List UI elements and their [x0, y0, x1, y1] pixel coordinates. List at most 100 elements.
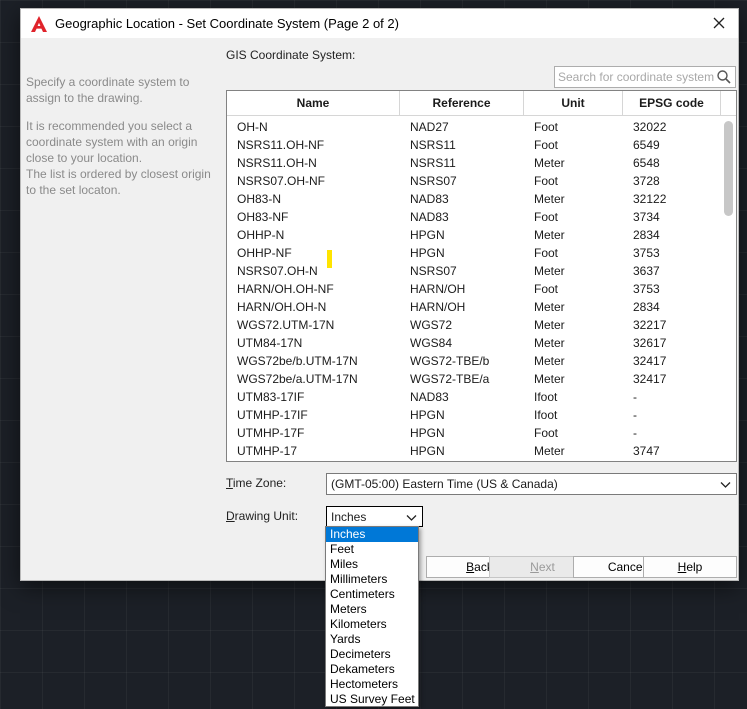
cell-name: NSRS07.OH-N [237, 264, 318, 278]
table-row[interactable]: NSRS11.OH-N NSRS11 Meter 6548 [227, 154, 721, 172]
column-header-epsg-code[interactable]: EPSG code [623, 91, 721, 115]
unit-option[interactable]: Decimeters [326, 647, 418, 662]
unit-option[interactable]: US Survey Feet [326, 692, 418, 707]
table-row[interactable]: UTM83-17IF NAD83 Ifoot - [227, 388, 721, 406]
close-button[interactable] [706, 11, 732, 35]
cell-reference: HARN/OH [410, 282, 466, 296]
cell-reference: NAD27 [410, 120, 449, 134]
table-row[interactable]: OH83-NF NAD83 Foot 3734 [227, 208, 721, 226]
cell-name: UTMHP-17IF [237, 408, 308, 422]
cell-unit: Ifoot [534, 408, 558, 422]
cell-unit: Meter [534, 228, 565, 242]
cell-reference: NAD83 [410, 390, 449, 404]
table-row[interactable]: OHHP-NF HPGN Foot 3753 [227, 244, 721, 262]
instruction-text: Specify a coordinate system to assign to… [26, 75, 190, 105]
time-zone-label-text: ime Zone: [232, 476, 287, 490]
time-zone-label: Time Zone: [226, 476, 286, 490]
cell-unit: Meter [534, 156, 565, 170]
table-row[interactable]: UTM84-17N WGS84 Meter 32617 [227, 334, 721, 352]
cell-unit: Meter [534, 372, 565, 386]
drawing-unit-label-accesskey: D [226, 509, 235, 523]
drawing-unit-value: Inches [331, 509, 367, 524]
table-row[interactable]: UTMHP-17F HPGN Foot - [227, 424, 721, 442]
cell-epsg-code: 32417 [633, 354, 667, 368]
unit-option[interactable]: Dekameters [326, 662, 418, 677]
cell-unit: Meter [534, 300, 565, 314]
cell-name: UTMHP-17F [237, 426, 305, 440]
time-zone-value: (GMT-05:00) Eastern Time (US & Canada) [331, 477, 558, 491]
cell-reference: NSRS07 [410, 264, 457, 278]
table-row[interactable]: WGS72.UTM-17N WGS72 Meter 32217 [227, 316, 721, 334]
cell-name: WGS72be/a.UTM-17N [237, 372, 358, 386]
drawing-unit-label: Drawing Unit: [226, 509, 298, 523]
cell-name: NSRS07.OH-NF [237, 174, 326, 188]
cell-unit: Foot [534, 246, 559, 260]
table-row[interactable]: OH-N NAD27 Foot 32022 [227, 118, 721, 136]
cell-reference: WGS72-TBE/a [410, 372, 490, 386]
cell-epsg-code: 3728 [633, 174, 660, 188]
drawing-unit-select[interactable]: Inches [326, 506, 423, 527]
close-icon [713, 17, 725, 29]
unit-option[interactable]: Meters [326, 602, 418, 617]
table-body: OH-N NAD27 Foot 32022 NSRS11.OH-NF NSRS11 Foot… [227, 118, 721, 460]
scrollbar-thumb[interactable] [724, 121, 733, 216]
help-button[interactable]: Help [643, 556, 737, 578]
cell-unit: Foot [534, 282, 559, 296]
cell-unit: Foot [534, 426, 559, 440]
cell-reference: NAD83 [410, 192, 449, 206]
unit-option[interactable]: Kilometers [326, 617, 418, 632]
column-header-unit[interactable]: Unit [524, 91, 623, 115]
cell-unit: Foot [534, 138, 559, 152]
table-row[interactable]: NSRS11.OH-NF NSRS11 Foot 6549 [227, 136, 721, 154]
coordinate-system-table: Name Reference Unit EPSG code OH-N NAD27 F… [226, 90, 737, 462]
search-input[interactable] [555, 70, 715, 84]
table-row[interactable]: UTMHP-17 HPGN Meter 3747 [227, 442, 721, 460]
cell-name: WGS72.UTM-17N [237, 318, 335, 332]
unit-option[interactable]: Millimeters [326, 572, 418, 587]
chevron-down-icon [720, 482, 731, 488]
table-row[interactable]: OH83-N NAD83 Meter 32122 [227, 190, 721, 208]
table-header: Name Reference Unit EPSG code [227, 91, 736, 116]
unit-option[interactable]: Miles [326, 557, 418, 572]
cell-name: UTM83-17IF [237, 390, 305, 404]
cell-epsg-code: - [633, 426, 637, 440]
column-header-name[interactable]: Name [227, 91, 400, 115]
table-row[interactable]: UTMHP-17IF HPGN Ifoot - [227, 406, 721, 424]
cell-unit: Ifoot [534, 390, 558, 404]
cell-unit: Foot [534, 210, 559, 224]
cell-epsg-code: 6549 [633, 138, 660, 152]
table-row[interactable]: NSRS07.OH-N NSRS07 Meter 3637 [227, 262, 721, 280]
unit-option[interactable]: Centimeters [326, 587, 418, 602]
unit-option[interactable]: Yards [326, 632, 418, 647]
cell-unit: Foot [534, 120, 559, 134]
cell-epsg-code: 32417 [633, 372, 667, 386]
ordering-note: The list is ordered by closest origin to… [26, 167, 211, 197]
unit-option[interactable]: Feet [326, 542, 418, 557]
cell-reference: HPGN [410, 444, 445, 458]
cell-name: UTMHP-17 [237, 444, 298, 458]
cell-unit: Foot [534, 174, 559, 188]
cell-epsg-code: 3753 [633, 246, 660, 260]
next-label: ext [538, 560, 555, 574]
cell-epsg-code: 32022 [633, 120, 667, 134]
vertical-scrollbar[interactable] [721, 117, 736, 461]
table-row[interactable]: WGS72be/b.UTM-17N WGS72-TBE/b Meter 32417 [227, 352, 721, 370]
unit-option[interactable]: Inches [326, 527, 418, 542]
title-bar: Geographic Location - Set Coordinate Sys… [21, 9, 738, 38]
recommendation-text: It is recommended you select a coordinat… [26, 119, 198, 165]
table-row[interactable]: HARN/OH.OH-NF HARN/OH Foot 3753 [227, 280, 721, 298]
cell-name: OH-N [237, 120, 268, 134]
cell-reference: NAD83 [410, 210, 449, 224]
search-icon[interactable] [715, 68, 733, 86]
column-header-reference[interactable]: Reference [400, 91, 524, 115]
time-zone-select[interactable]: (GMT-05:00) Eastern Time (US & Canada) [326, 473, 737, 495]
table-row[interactable]: WGS72be/a.UTM-17N WGS72-TBE/a Meter 32417 [227, 370, 721, 388]
table-row[interactable]: OHHP-N HPGN Meter 2834 [227, 226, 721, 244]
cell-unit: Meter [534, 192, 565, 206]
table-row[interactable]: HARN/OH.OH-N HARN/OH Meter 2834 [227, 298, 721, 316]
unit-option[interactable]: Hectometers [326, 677, 418, 692]
search-box [554, 66, 736, 88]
cell-epsg-code: 32122 [633, 192, 667, 206]
table-row[interactable]: NSRS07.OH-NF NSRS07 Foot 3728 [227, 172, 721, 190]
cell-epsg-code: 3753 [633, 282, 660, 296]
